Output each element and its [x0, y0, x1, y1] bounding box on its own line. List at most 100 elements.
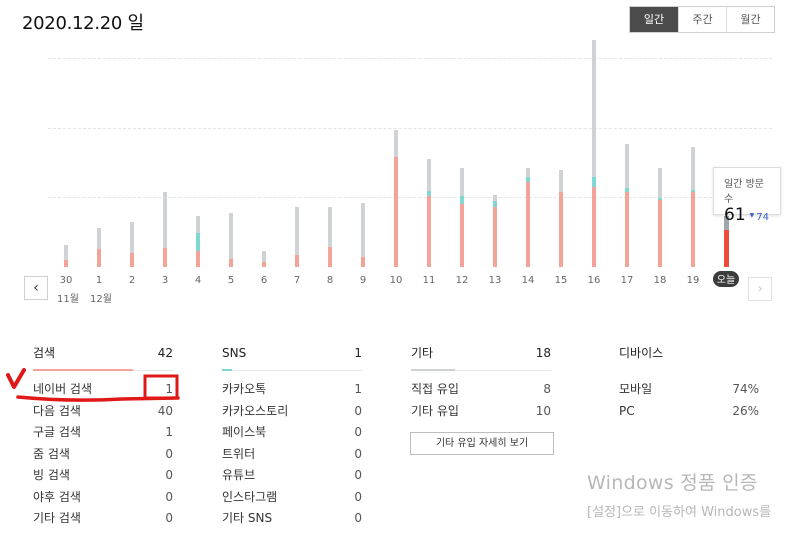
bar-segment[interactable] — [427, 191, 431, 196]
bar-segment[interactable] — [229, 213, 233, 259]
chart-next-button[interactable]: › — [748, 277, 772, 301]
x-tick-label: 10 — [390, 275, 403, 286]
bar-segment[interactable] — [130, 222, 134, 253]
x-tick-label: 7 — [294, 275, 300, 286]
sns-header: SNS 1 — [222, 345, 362, 371]
etc-header: 기타 18 — [411, 345, 551, 371]
list-item: 인스타그램 0 — [222, 489, 362, 504]
search-total: 42 — [157, 346, 173, 360]
bar-segment[interactable] — [691, 192, 695, 267]
device-stats: 디바이스 모바일 74% PC 26% — [619, 345, 759, 422]
chart-prev-button[interactable]: ‹ — [24, 276, 48, 300]
bar-segment[interactable] — [724, 230, 729, 267]
bar-segment[interactable] — [658, 200, 662, 267]
bar-segment[interactable] — [658, 198, 662, 200]
list-item: 트위터 0 — [222, 446, 362, 461]
bar-segment[interactable] — [196, 251, 200, 267]
search-header: 검색 42 — [33, 345, 173, 371]
chart-area: 30 1 2 3 4 5 6 7 8 9 10 11 12 13 14 15 16 17 18 19 오늘 — [0, 40, 797, 310]
bar-segment[interactable] — [328, 247, 332, 267]
bar-segment[interactable] — [625, 188, 629, 192]
bar-segment[interactable] — [691, 190, 695, 192]
list-item: PC 26% — [619, 403, 759, 418]
bar-segment[interactable] — [625, 144, 629, 188]
bar-segment[interactable] — [592, 40, 596, 177]
list-item: 구글 검색 1 — [33, 425, 173, 439]
bar-segment[interactable] — [394, 157, 398, 267]
bar-segment[interactable] — [262, 251, 266, 262]
bar-segment[interactable] — [460, 196, 464, 204]
x-tick-label: 4 — [195, 275, 201, 286]
bar-segment[interactable] — [493, 207, 497, 267]
bar-segment[interactable] — [526, 177, 530, 182]
etc-total: 18 — [535, 346, 551, 360]
etc-title: 기타 — [411, 346, 434, 360]
bar-segment[interactable] — [658, 168, 662, 198]
bar-segment[interactable] — [526, 168, 530, 177]
bar-segment[interactable] — [97, 249, 101, 267]
bar-segment[interactable] — [361, 203, 365, 257]
bar-segment[interactable] — [559, 192, 563, 267]
list-item: 페이스북 0 — [222, 425, 362, 439]
search-stats: 검색 42 네이버 검색 1 다음 검색 40 구글 검색 1 줌 검색 0 빙 검색 0… — [33, 345, 173, 530]
etc-detail-button[interactable]: 기타 유입 자세히 보기 — [410, 432, 554, 455]
x-tick-label: 13 — [489, 275, 502, 286]
tab-weekly[interactable]: 주간 — [678, 7, 726, 32]
month-label-nov: 11월 — [57, 294, 79, 305]
list-item: 다음 검색 40 — [33, 403, 173, 418]
bar-segment[interactable] — [592, 187, 596, 267]
bar-segment[interactable] — [394, 130, 398, 157]
x-tick-label: 11 — [423, 275, 436, 286]
x-tick-label: 16 — [588, 275, 601, 286]
bar-segment[interactable] — [493, 195, 497, 201]
tab-monthly[interactable]: 월간 — [726, 7, 774, 32]
bar-segment[interactable] — [163, 248, 167, 267]
bar-segment[interactable] — [559, 170, 563, 192]
bar-segment[interactable] — [427, 196, 431, 267]
x-tick-label: 6 — [261, 275, 267, 286]
bar-segment[interactable] — [295, 255, 299, 267]
list-item: 유튜브 0 — [222, 468, 362, 482]
bar-segment[interactable] — [427, 159, 431, 191]
x-tick-label: 12 — [456, 275, 469, 286]
sns-total: 1 — [354, 346, 362, 360]
bar-segment[interactable] — [229, 259, 233, 267]
bar-segment[interactable] — [196, 233, 200, 251]
tab-daily[interactable]: 일간 — [630, 7, 678, 32]
bar-segment[interactable] — [64, 260, 68, 267]
x-tick-label: 5 — [228, 275, 234, 286]
bar-segment[interactable] — [526, 182, 530, 267]
list-item: 모바일 74% — [619, 382, 759, 396]
bar-segment[interactable] — [64, 245, 68, 260]
bar-segment[interactable] — [295, 207, 299, 255]
date-title: 2020.12.20 일 — [22, 13, 144, 34]
x-tick-label: 1 — [96, 275, 102, 286]
list-item: 기타 유입 10 — [411, 403, 551, 418]
list-item: 줌 검색 0 — [33, 446, 173, 461]
bar-segment[interactable] — [493, 201, 497, 207]
x-tick-label: 19 — [687, 275, 700, 286]
list-item: 카카오톡 1 — [222, 382, 362, 396]
bar-segment[interactable] — [97, 228, 101, 249]
x-tick-label: 15 — [555, 275, 568, 286]
bar-segment[interactable] — [625, 192, 629, 267]
search-title: 검색 — [33, 346, 56, 360]
list-item: 네이버 검색 1 — [33, 382, 173, 396]
bar-segment[interactable] — [196, 216, 200, 233]
bar-segment[interactable] — [130, 253, 134, 267]
bar-segment[interactable] — [460, 204, 464, 267]
bar-segment[interactable] — [691, 147, 695, 190]
list-item: 야후 검색 0 — [33, 489, 173, 504]
device-header: 디바이스 — [619, 345, 759, 371]
x-tick-label: 3 — [162, 275, 168, 286]
bar-segment[interactable] — [262, 262, 266, 267]
bar-segment[interactable] — [592, 177, 596, 187]
bar-segment[interactable] — [163, 192, 167, 248]
list-item: 기타 검색 0 — [33, 511, 173, 525]
bar-segment[interactable] — [460, 168, 464, 196]
list-item: 빙 검색 0 — [33, 468, 173, 482]
tooltip-label: 일간 방문수 — [724, 179, 764, 205]
sns-stats: SNS 1 카카오톡 1 카카오스토리 0 페이스북 0 트위터 0 유튜브 0 인스타그… — [222, 345, 362, 530]
bar-segment[interactable] — [328, 207, 332, 247]
bar-segment[interactable] — [361, 257, 365, 267]
